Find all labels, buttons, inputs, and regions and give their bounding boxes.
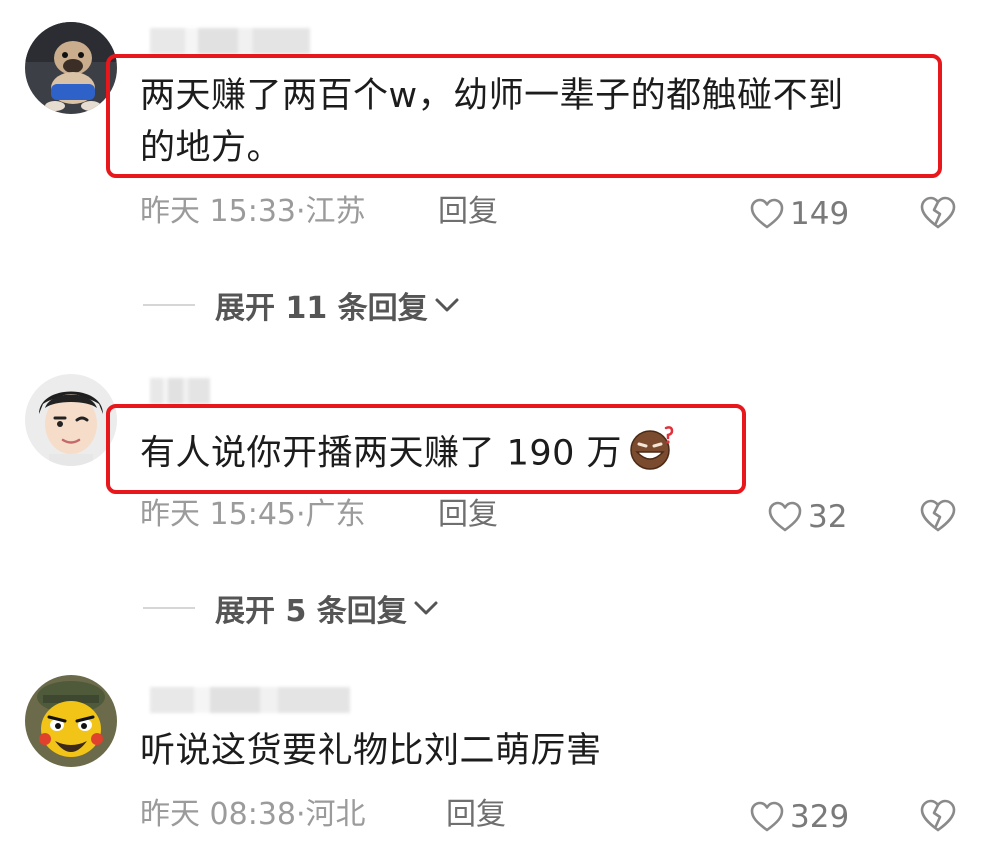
comment-text-line: 两天赚了两百个w，幼师一辈子的都触碰不到 — [140, 76, 844, 116]
username-blurred[interactable] — [150, 28, 310, 54]
comment-meta: 昨天 15:45·广东 — [140, 495, 366, 535]
comment-text-line: 的地方。 — [140, 128, 283, 168]
reply-button[interactable]: 回复 — [438, 495, 498, 535]
comment-item: 两天赚了两百个w，幼师一辈子的都触碰不到 的地方。 昨天 15:33·江苏 回复… — [0, 0, 1000, 340]
expand-replies[interactable]: 展开 5 条回复 — [143, 588, 439, 629]
dog-avatar[interactable] — [25, 22, 117, 114]
comment-time: 昨天 15:33 — [140, 194, 296, 229]
username-blurred[interactable] — [150, 378, 210, 404]
comment-location: 河北 — [305, 797, 366, 832]
like-button[interactable]: 149 — [750, 194, 849, 234]
grinning-emoji — [628, 424, 678, 485]
comment-meta: 昨天 15:33·江苏 — [140, 192, 366, 232]
like-button[interactable]: 32 — [768, 497, 847, 537]
comment-location: 广东 — [305, 497, 366, 532]
meta-separator: · — [296, 797, 306, 832]
expand-label: 展开 5 条回复 — [215, 594, 407, 629]
comment-time: 昨天 15:45 — [140, 497, 296, 532]
comment-meta: 昨天 08:38·河北 — [140, 795, 366, 835]
dislike-button[interactable] — [920, 499, 956, 537]
divider-line — [143, 304, 195, 306]
broken-heart-icon — [920, 799, 956, 832]
meta-separator: · — [296, 497, 306, 532]
like-count: 329 — [790, 799, 850, 835]
comment-text-line: 有人说你开播两天赚了 190 万 — [140, 433, 623, 474]
reply-button[interactable]: 回复 — [438, 192, 498, 232]
reply-button[interactable]: 回复 — [446, 795, 506, 835]
username-blurred[interactable] — [150, 687, 350, 713]
cartoon-soldier-avatar[interactable] — [25, 675, 117, 767]
like-button[interactable]: 329 — [750, 797, 849, 837]
comment-text: 两天赚了两百个w，幼师一辈子的都触碰不到 的地方。 — [140, 70, 844, 174]
expand-label: 展开 11 条回复 — [215, 291, 428, 326]
divider-line — [143, 607, 195, 609]
broken-heart-icon — [920, 196, 956, 229]
broken-heart-icon — [920, 499, 956, 532]
comment-time: 昨天 08:38 — [140, 797, 296, 832]
dislike-button[interactable] — [920, 799, 956, 837]
comment-item: 有人说你开播两天赚了 190 万 昨天 15:45·广东 回复 32 展开 5 … — [0, 360, 1000, 650]
comment-text: 有人说你开播两天赚了 190 万 — [140, 424, 678, 485]
heart-icon — [768, 501, 802, 532]
heart-icon — [750, 198, 784, 229]
like-count: 149 — [790, 196, 850, 232]
chevron-down-icon — [414, 601, 438, 615]
chevron-down-icon — [435, 298, 459, 312]
cartoon-man-avatar[interactable] — [25, 374, 117, 466]
dislike-button[interactable] — [920, 196, 956, 234]
like-count: 32 — [808, 499, 848, 535]
heart-icon — [750, 801, 784, 832]
comment-location: 江苏 — [305, 194, 366, 229]
expand-replies[interactable]: 展开 11 条回复 — [143, 285, 460, 326]
comment-item: 听说这货要礼物比刘二萌厉害 昨天 08:38·河北 回复 329 — [0, 665, 1000, 863]
comment-text: 听说这货要礼物比刘二萌厉害 — [140, 725, 602, 777]
meta-separator: · — [296, 194, 306, 229]
comment-text-line: 听说这货要礼物比刘二萌厉害 — [140, 731, 602, 771]
